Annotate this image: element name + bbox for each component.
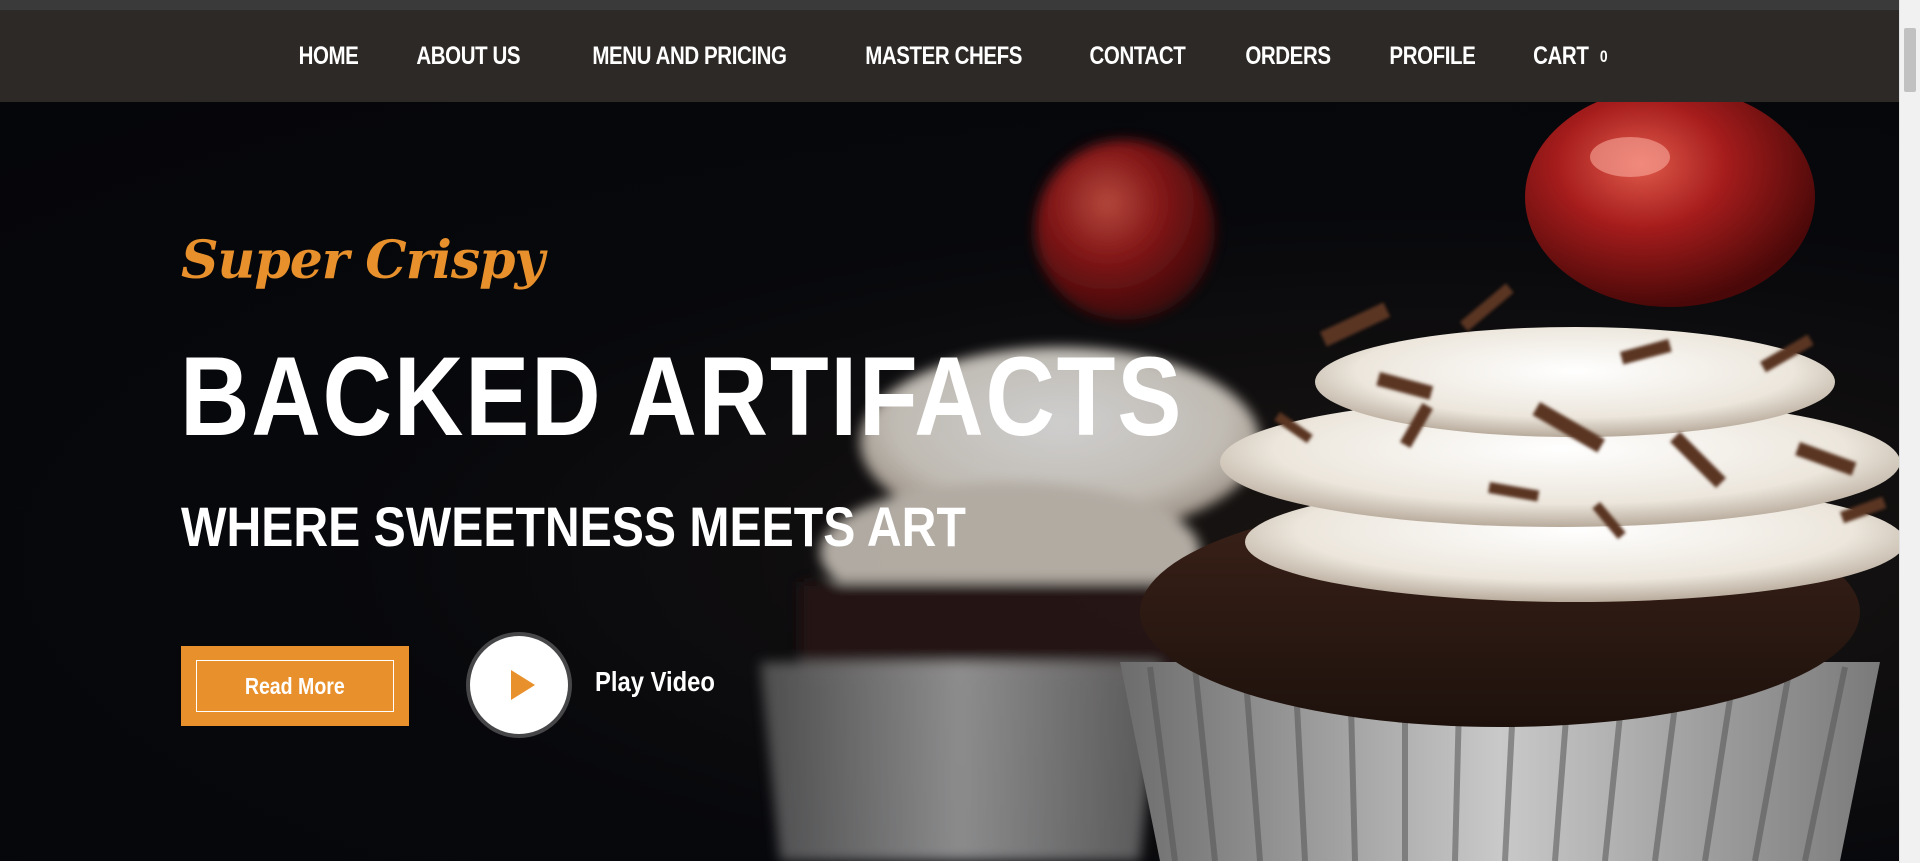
cart-label: CART xyxy=(1533,41,1589,70)
hero-headline: BACKED ARTIFACTS xyxy=(180,334,1184,459)
read-more-inner-border: Read More xyxy=(196,660,394,712)
nav-item-master-chefs[interactable]: MASTER CHEFS xyxy=(865,42,1022,71)
play-icon xyxy=(511,670,535,700)
nav-item-orders[interactable]: ORDERS xyxy=(1246,42,1332,71)
browser-top-strip xyxy=(0,0,1899,10)
scrollbar-thumb[interactable] xyxy=(1904,28,1916,92)
nav-item-home[interactable]: HOME xyxy=(298,42,358,71)
nav-item-about-us[interactable]: ABOUT US xyxy=(416,42,520,71)
page-scrollbar[interactable] xyxy=(1899,0,1920,863)
hero-tagline: Super Crispy xyxy=(181,230,545,291)
hero-subheadline: WHERE SWEETNESS MEETS ART xyxy=(181,495,966,558)
hero-background-image xyxy=(760,102,1899,861)
play-video-button[interactable] xyxy=(470,636,568,734)
nav-item-menu-and-pricing[interactable]: MENU AND PRICING xyxy=(592,42,787,71)
read-more-label: Read More xyxy=(245,672,345,699)
main-navbar: HOME ABOUT US MENU AND PRICING MASTER CH… xyxy=(0,10,1899,102)
play-video-label[interactable]: Play Video xyxy=(595,666,715,698)
read-more-button[interactable]: Read More xyxy=(181,646,409,726)
cart-count-badge: 0 xyxy=(1599,46,1608,66)
nav-item-cart[interactable]: CART 0 xyxy=(1533,41,1608,71)
nav-item-profile[interactable]: PROFILE xyxy=(1390,42,1476,71)
nav-menu: HOME ABOUT US MENU AND PRICING MASTER CH… xyxy=(272,42,1636,71)
nav-item-contact[interactable]: CONTACT xyxy=(1090,42,1186,71)
hero-section: Super Crispy BACKED ARTIFACTS WHERE SWEE… xyxy=(0,102,1899,861)
